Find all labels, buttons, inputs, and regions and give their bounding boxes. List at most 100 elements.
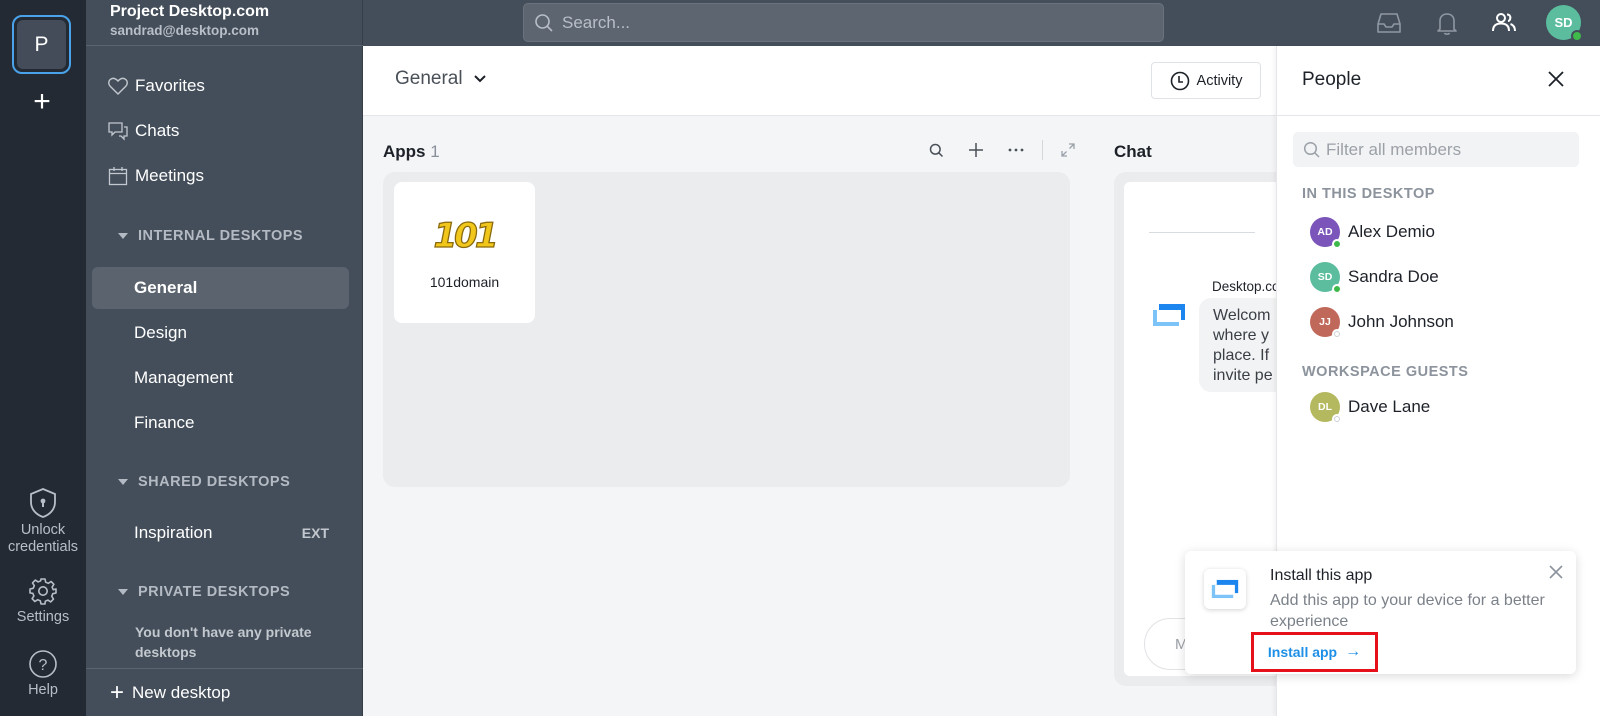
desktop-logo-icon: [1153, 304, 1185, 326]
member-item[interactable]: AD Alex Demio: [1310, 217, 1435, 249]
new-desktop-label: New desktop: [132, 682, 231, 702]
section-title: INTERNAL DESKTOPS: [138, 228, 304, 244]
desktop-item-management[interactable]: Management: [92, 357, 349, 399]
desktop-label: Finance: [134, 413, 195, 432]
shield-lock-icon: [30, 488, 56, 518]
group-title-in-this-desktop: IN THIS DESKTOP: [1302, 186, 1435, 202]
new-desktop-button[interactable]: + New desktop: [86, 668, 363, 716]
gear-icon: [29, 578, 57, 605]
desktop-label: Inspiration: [134, 523, 213, 542]
private-desktops-empty-text: You don't have any private desktops: [135, 624, 312, 660]
member-avatar: DL: [1310, 392, 1342, 424]
user-avatar[interactable]: SD: [1546, 5, 1583, 42]
workspace-button[interactable]: P: [12, 15, 71, 74]
people-icon[interactable]: [1490, 9, 1518, 37]
help-icon: ?: [29, 650, 57, 678]
app-logo-101domain: 101: [433, 215, 499, 256]
svg-text:?: ?: [39, 657, 48, 674]
install-popup-description: Add this app to your device for a better…: [1270, 592, 1545, 630]
app-tile-101domain[interactable]: 101 101domain: [394, 182, 535, 323]
desktop-item-inspiration[interactable]: Inspiration EXT: [92, 512, 349, 554]
expand-apps-button[interactable]: [1056, 138, 1080, 162]
apps-count: 1: [430, 142, 440, 161]
section-internal-desktops[interactable]: INTERNAL DESKTOPS: [118, 228, 303, 244]
section-title: SHARED DESKTOPS: [138, 474, 291, 490]
member-name: John Johnson: [1348, 312, 1454, 331]
sidebar-item-meetings[interactable]: Meetings: [108, 166, 204, 186]
people-header: People: [1277, 46, 1600, 116]
install-app-link[interactable]: Install app →: [1251, 632, 1378, 672]
organization-name: Project Desktop.com: [110, 3, 270, 20]
plus-icon: +: [110, 678, 125, 706]
search-input[interactable]: Search...: [523, 3, 1164, 42]
member-item[interactable]: JJ John Johnson: [1310, 307, 1454, 339]
workspace-rail: P + Unlock credentials Settings ? Help: [0, 0, 86, 716]
avatar-initials: SD: [1554, 15, 1573, 30]
favorites-label: Favorites: [135, 76, 205, 95]
sidebar: Project Desktop.com sandrad@desktop.com …: [86, 0, 363, 716]
meetings-label: Meetings: [135, 166, 204, 185]
more-horizontal-icon: [1008, 148, 1024, 152]
apps-title: Apps: [383, 142, 426, 161]
member-item[interactable]: DL Dave Lane: [1310, 392, 1431, 424]
sidebar-item-favorites[interactable]: Favorites: [108, 76, 205, 96]
external-badge: EXT: [301, 525, 329, 541]
caret-down-icon: [118, 479, 128, 485]
caret-down-icon: [118, 233, 128, 239]
desktop-label: General: [134, 278, 198, 297]
add-workspace-button[interactable]: +: [28, 87, 56, 117]
clock-icon: [1170, 71, 1189, 90]
search-placeholder: Search...: [562, 12, 631, 32]
member-name: Dave Lane: [1348, 397, 1431, 416]
chat-section-title: Chat: [1114, 142, 1152, 161]
help-label: Help: [28, 682, 58, 698]
inbox-icon[interactable]: [1375, 9, 1403, 37]
desktop-main: General Activity Apps 1 101 101domain Ch…: [363, 46, 1359, 716]
workspace-initial: P: [17, 20, 66, 69]
people-title: People: [1302, 69, 1362, 90]
desktop-item-general[interactable]: General: [92, 267, 349, 309]
organization-header[interactable]: Project Desktop.com sandrad@desktop.com: [110, 3, 269, 38]
filter-members-input[interactable]: Filter all members: [1293, 132, 1579, 167]
expand-icon: [1061, 143, 1075, 157]
app-name: 101domain: [429, 274, 500, 290]
desktop-title: General: [395, 68, 463, 89]
apps-search-button[interactable]: [924, 138, 948, 162]
group-title-workspace-guests: WORKSPACE GUESTS: [1302, 364, 1469, 380]
chat-date-divider: [1149, 232, 1255, 233]
activity-button[interactable]: Activity: [1151, 62, 1261, 99]
app-icon: [1204, 569, 1246, 609]
offline-status-dot: [1332, 414, 1342, 424]
desktop-header: General Activity: [363, 46, 1276, 116]
sidebar-item-chats[interactable]: Chats: [108, 121, 179, 141]
bell-icon[interactable]: [1433, 9, 1461, 37]
desktop-item-design[interactable]: Design: [92, 312, 349, 354]
help-button[interactable]: ? Help: [0, 649, 86, 699]
apps-panel: 101 101domain: [383, 172, 1070, 487]
desktop-logo-icon: [1211, 579, 1239, 599]
desktop-item-finance[interactable]: Finance: [92, 402, 349, 444]
add-app-button[interactable]: [964, 138, 988, 162]
member-name: Alex Demio: [1348, 222, 1435, 241]
sidebar-divider: [86, 45, 363, 46]
online-status-dot: [1332, 239, 1342, 249]
section-shared-desktops[interactable]: SHARED DESKTOPS: [118, 474, 290, 490]
desktop-label: Design: [134, 323, 187, 342]
avatar-initials: DL: [1318, 401, 1332, 413]
top-bar: Search... SD: [363, 0, 1600, 46]
user-email: sandrad@desktop.com: [110, 23, 259, 38]
apps-more-button[interactable]: [1004, 138, 1028, 162]
chevron-down-icon: [473, 75, 486, 83]
settings-button[interactable]: Settings: [0, 576, 86, 626]
avatar-initials: SD: [1317, 271, 1333, 283]
unlock-credentials-button[interactable]: Unlock credentials: [0, 487, 86, 556]
desktop-title-dropdown[interactable]: General: [395, 68, 487, 90]
heart-icon: [108, 77, 128, 95]
close-icon[interactable]: [1544, 67, 1568, 91]
avatar-initials: JJ: [1319, 316, 1331, 328]
close-icon[interactable]: [1547, 563, 1565, 581]
member-name: Sandra Doe: [1348, 267, 1439, 286]
member-item[interactable]: SD Sandra Doe: [1310, 262, 1439, 294]
search-icon: [1303, 141, 1320, 158]
section-private-desktops[interactable]: PRIVATE DESKTOPS: [118, 584, 290, 600]
